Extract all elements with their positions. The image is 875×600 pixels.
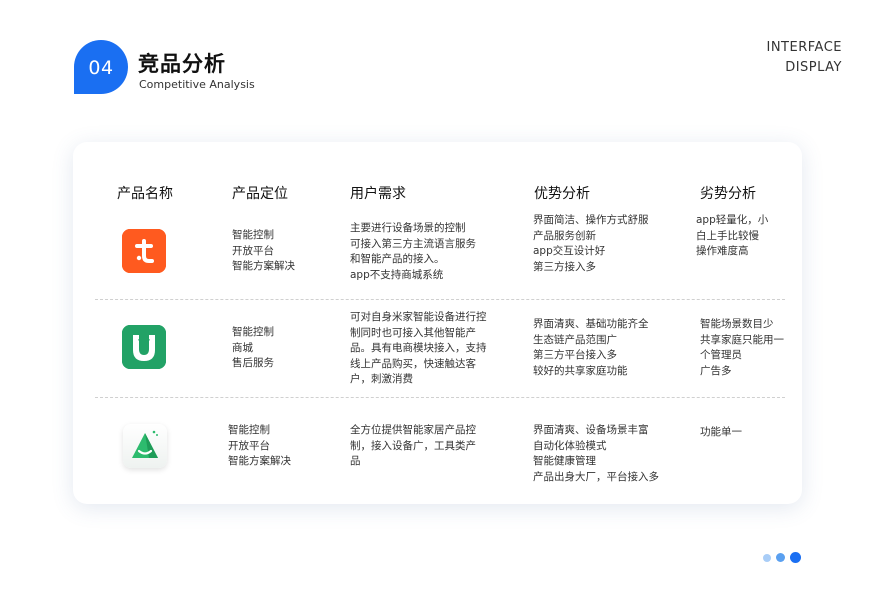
- corner-label: INTERFACE DISPLAY: [767, 38, 843, 78]
- mijia-app-icon: [122, 325, 166, 369]
- tuya-app-icon: [122, 229, 166, 273]
- column-header-positioning: 产品定位: [232, 186, 288, 202]
- row-2-positioning: 智能控制 商城 售后服务: [232, 326, 274, 369]
- row-1-positioning: 智能控制 开放平台 智能方案解决: [232, 229, 295, 272]
- row-3-positioning: 智能控制 开放平台 智能方案解决: [228, 424, 291, 467]
- row-divider: [95, 299, 785, 300]
- row-2-disadvantages: 智能场景数目少 共享家庭只能用一 个管理员 广告多: [700, 318, 784, 377]
- page-dot-1[interactable]: [763, 554, 771, 562]
- row-1-advantages: 界面简洁、操作方式舒服 产品服务创新 app交互设计好 第三方接入多: [533, 214, 649, 273]
- row-3-advantages: 界面清爽、设备场景丰富 自动化体验模式 智能健康管理 产品出身大厂，平台接入多: [533, 424, 659, 483]
- corner-label-line2: DISPLAY: [785, 60, 842, 75]
- row-3-disadvantages: 功能单一: [700, 426, 742, 438]
- section-number: 04: [88, 57, 114, 79]
- page-dot-3-active[interactable]: [790, 552, 801, 563]
- page-subtitle: Competitive Analysis: [139, 78, 255, 91]
- row-divider: [95, 397, 785, 398]
- corner-label-line1: INTERFACE: [766, 40, 842, 55]
- section-number-badge: 04: [74, 40, 128, 94]
- row-2-advantages: 界面清爽、基础功能齐全 生态链产品范围广 第三方平台接入多 较好的共享家庭功能: [533, 318, 649, 377]
- page-title: 竞品分析: [138, 52, 226, 76]
- row-1-disadvantages: app轻量化，小 白上手比较慢 操作难度高: [696, 214, 769, 257]
- row-3-user-needs: 全方位提供智能家居产品控 制，接入设备广，工具类产 品: [350, 424, 476, 467]
- column-header-disadvantages: 劣势分析: [700, 186, 756, 202]
- smart-home-app-icon: [123, 424, 167, 468]
- row-1-user-needs: 主要进行设备场景的控制 可接入第三方主流语言服务 和智能产品的接入。 app不支…: [350, 222, 476, 281]
- row-2-user-needs: 可对自身米家智能设备进行控 制同时也可接入其他智能产 品。具有电商模块接入，支持…: [350, 311, 487, 385]
- page-dot-2[interactable]: [776, 553, 785, 562]
- column-header-user-needs: 用户需求: [350, 186, 406, 202]
- column-header-product-name: 产品名称: [117, 186, 173, 202]
- column-header-advantages: 优势分析: [534, 186, 590, 202]
